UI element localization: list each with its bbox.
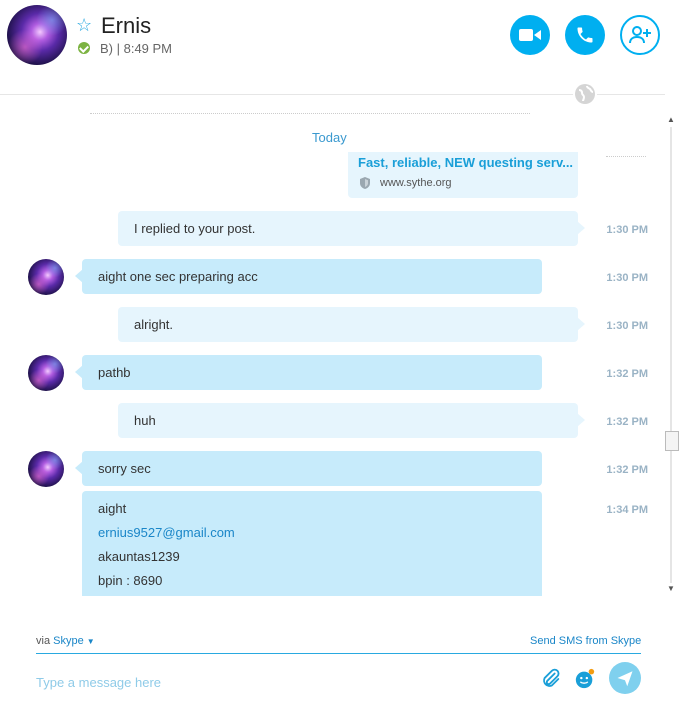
send-button[interactable] (609, 662, 641, 694)
message-text: sorry sec (98, 461, 151, 476)
email-link[interactable]: ernius9527@gmail.com (98, 525, 235, 540)
via-service[interactable]: Skype (53, 635, 84, 647)
link-preview-card[interactable]: Fast, reliable, NEW questing serv... www… (348, 152, 578, 198)
scroll-track[interactable] (670, 127, 672, 583)
message-text: huh (134, 413, 156, 428)
contact-message-avatar[interactable] (28, 451, 64, 487)
incoming-message-multiline[interactable]: aight ernius9527@gmail.com akauntas1239 … (82, 491, 542, 596)
contact-message-avatar[interactable] (28, 355, 64, 391)
paperclip-icon[interactable] (540, 668, 562, 690)
contact-name[interactable]: Ernis (101, 13, 151, 39)
partially-hidden-message (90, 113, 530, 118)
contact-message-avatar[interactable] (28, 259, 64, 295)
message-time: 1:34 PM (606, 504, 648, 516)
message-line: aight (98, 501, 127, 516)
incoming-message[interactable]: pathb (75, 355, 542, 390)
message-time: 1:32 PM (606, 464, 648, 476)
message-time: 1:32 PM (606, 416, 648, 428)
scroll-up-arrow-icon[interactable]: ▲ (667, 115, 675, 124)
outgoing-message[interactable]: alright. (118, 307, 585, 342)
via-selector[interactable]: via Skype ▼ (36, 635, 95, 647)
scroll-thumb[interactable] (665, 431, 679, 451)
message-time: 1:30 PM (606, 272, 648, 284)
message-line: bpin : 8690 (98, 573, 163, 588)
outgoing-message[interactable]: I replied to your post. (118, 211, 585, 246)
online-status-icon (78, 42, 90, 54)
message-time: 1:30 PM (606, 320, 648, 332)
link-preview-url: www.sythe.org (380, 177, 452, 189)
message-text: aight one sec preparing acc (98, 269, 258, 284)
message-text: alright. (134, 317, 174, 332)
send-sms-link[interactable]: Send SMS from Skype (530, 635, 641, 647)
contact-mood-time: B) | 8:49 PM (100, 41, 173, 56)
header-divider (0, 94, 665, 95)
video-call-button[interactable] (510, 15, 550, 55)
video-camera-icon (519, 29, 541, 41)
incoming-message[interactable]: sorry sec (75, 451, 542, 486)
input-divider (36, 653, 641, 654)
outgoing-message[interactable]: huh (118, 403, 585, 438)
message-line: akauntas1239 (98, 549, 180, 564)
emoticon-icon[interactable] (574, 668, 596, 690)
message-time: 1:32 PM (606, 368, 648, 380)
link-preview-title[interactable]: Fast, reliable, NEW questing serv... (358, 155, 573, 170)
favorite-star-icon[interactable]: ☆ (76, 15, 92, 36)
message-text: pathb (98, 365, 131, 380)
message-time: 1:30 PM (606, 224, 648, 236)
site-shield-icon (360, 177, 370, 189)
message-text: I replied to your post. (134, 221, 256, 236)
chat-scrollbar[interactable]: ▲ ▼ (665, 115, 679, 596)
chevron-down-icon[interactable]: ▼ (87, 637, 95, 646)
via-label: via (36, 635, 51, 647)
scroll-down-arrow-icon[interactable]: ▼ (667, 584, 675, 593)
globe-icon[interactable] (573, 82, 597, 106)
partially-hidden-timestamp (606, 152, 646, 157)
add-person-icon (629, 26, 651, 44)
add-people-button[interactable] (620, 15, 660, 55)
phone-icon (577, 27, 593, 43)
send-icon (617, 671, 633, 687)
audio-call-button[interactable] (565, 15, 605, 55)
day-separator: Today (312, 130, 347, 145)
message-input[interactable] (34, 670, 518, 694)
contact-avatar[interactable] (7, 5, 67, 65)
incoming-message[interactable]: aight one sec preparing acc (75, 259, 542, 294)
